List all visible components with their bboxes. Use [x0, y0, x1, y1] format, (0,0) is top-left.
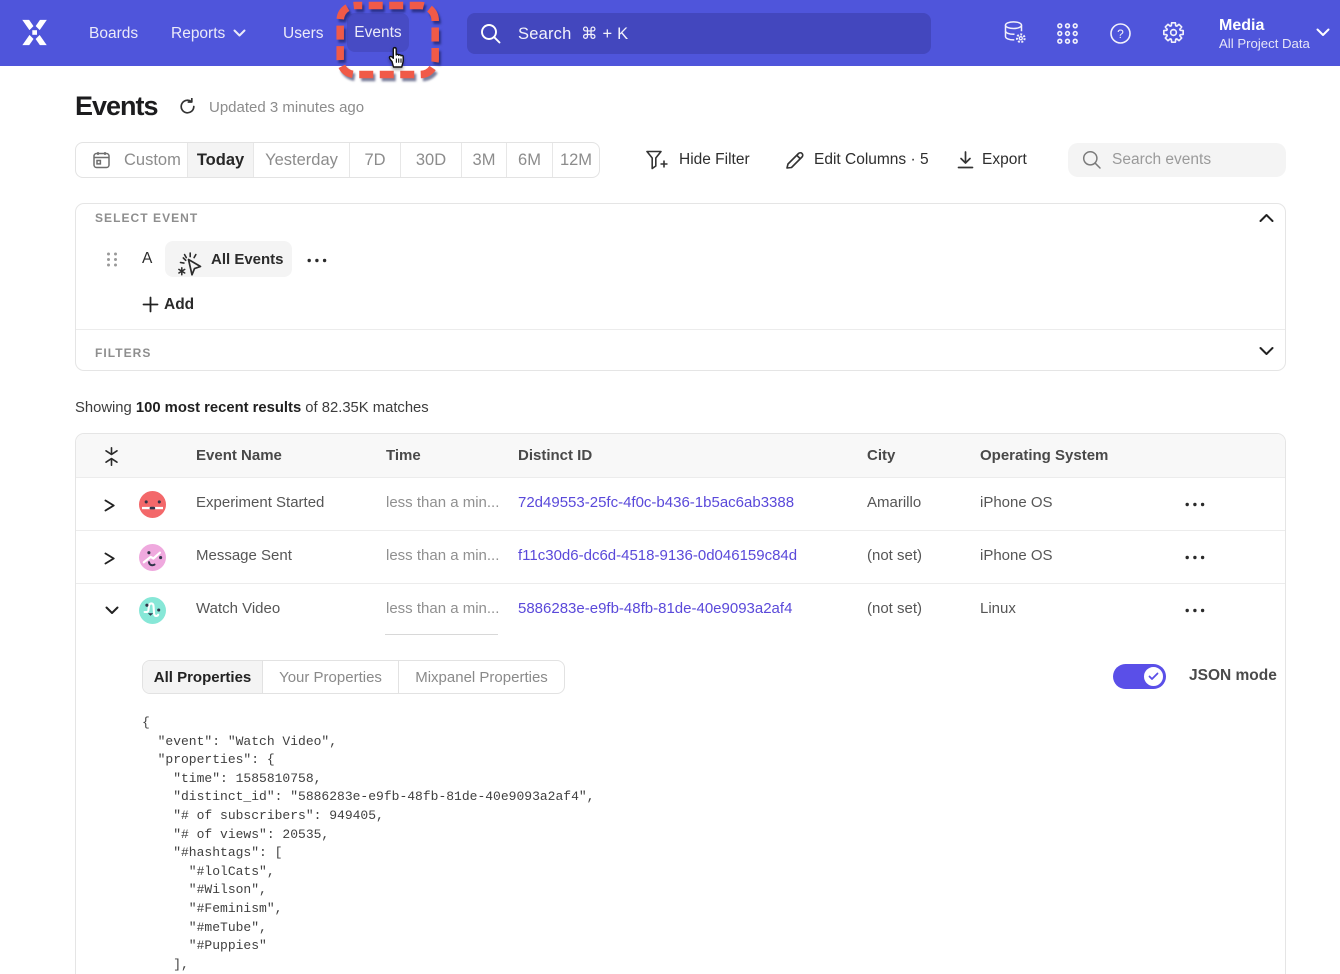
svg-text:?: ? — [1117, 27, 1124, 41]
